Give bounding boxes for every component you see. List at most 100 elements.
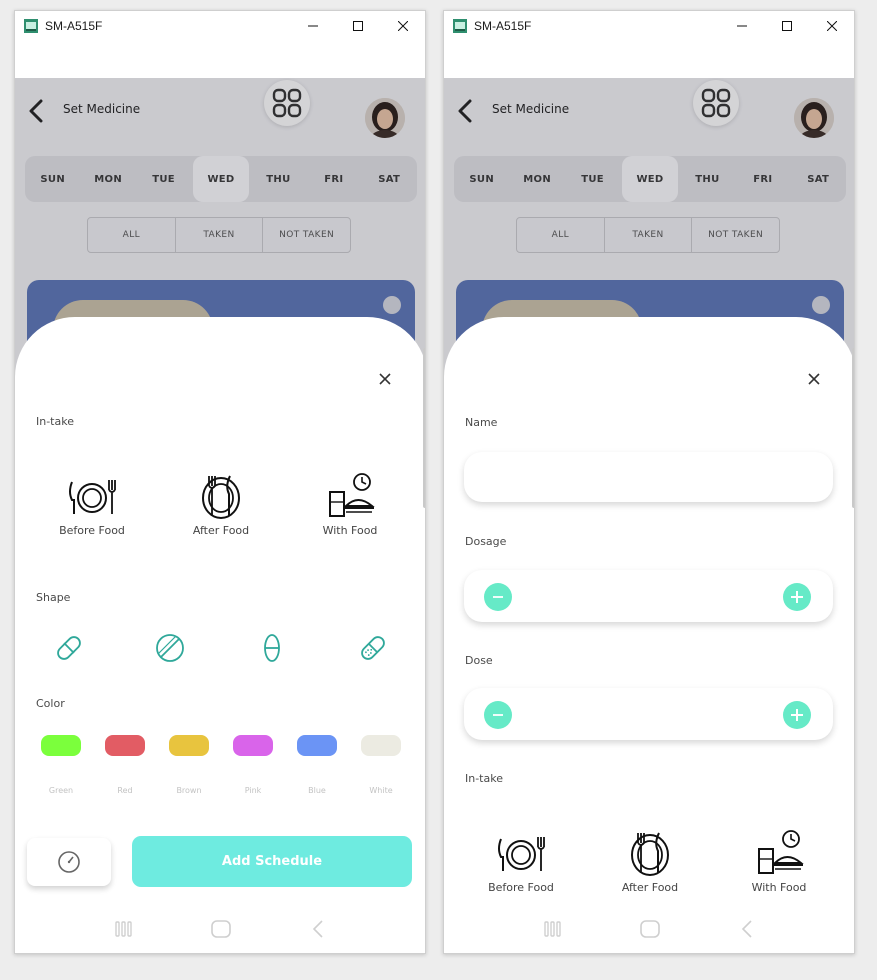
shape-oval-tablet[interactable] bbox=[252, 628, 292, 668]
color-swatch bbox=[361, 735, 401, 756]
shape-options bbox=[37, 628, 405, 668]
recent-apps-icon bbox=[543, 921, 561, 937]
back-chevron-icon bbox=[742, 920, 752, 938]
home-icon bbox=[640, 920, 660, 938]
close-window-button[interactable] bbox=[809, 11, 854, 41]
close-window-button[interactable] bbox=[380, 11, 425, 41]
name-label: Name bbox=[465, 416, 498, 429]
app-icon bbox=[24, 19, 38, 33]
minus-icon bbox=[493, 596, 503, 598]
window-title: SM-A515F bbox=[45, 19, 103, 33]
intake-with-food[interactable]: With Food bbox=[305, 472, 395, 552]
home-button[interactable] bbox=[206, 917, 236, 941]
intake-with-food-label: With Food bbox=[751, 881, 807, 894]
color-name: Blue bbox=[308, 786, 326, 795]
minus-icon bbox=[493, 714, 503, 716]
intake-after-food[interactable]: After Food bbox=[176, 472, 266, 552]
color-swatch bbox=[41, 735, 81, 756]
color-green[interactable]: Green bbox=[29, 735, 93, 795]
intake-before-food[interactable]: Before Food bbox=[47, 472, 137, 552]
color-white[interactable]: White bbox=[349, 735, 413, 795]
recent-apps-button[interactable] bbox=[109, 917, 139, 941]
color-name: Pink bbox=[244, 786, 262, 795]
intake-options: Before Food After Food With Food bbox=[35, 472, 407, 552]
empty-plate-icon bbox=[202, 475, 240, 519]
intake-before-food-label: Before Food bbox=[59, 524, 125, 537]
shape-round-tablet[interactable] bbox=[150, 628, 190, 668]
recent-apps-icon bbox=[114, 921, 132, 937]
device-window-left: SM-A515F Set Medicine SUN MON TUE WED TH… bbox=[14, 10, 426, 954]
color-swatch bbox=[297, 735, 337, 756]
android-navbar bbox=[15, 912, 425, 946]
intake-before-food-label: Before Food bbox=[488, 881, 554, 894]
window-titlebar: SM-A515F bbox=[15, 11, 425, 41]
maximize-button[interactable] bbox=[335, 11, 380, 41]
intake-options: Before Food After Food With Food bbox=[464, 829, 836, 909]
intake-after-food-label: After Food bbox=[192, 524, 250, 537]
window-titlebar: SM-A515F bbox=[444, 11, 854, 41]
color-pink[interactable]: Pink bbox=[221, 735, 285, 795]
color-brown[interactable]: Brown bbox=[157, 735, 221, 795]
meal-clock-icon bbox=[758, 830, 804, 874]
color-name: Red bbox=[117, 786, 133, 795]
meal-clock-icon bbox=[329, 473, 375, 517]
capsule-icon bbox=[57, 636, 81, 660]
minimize-button[interactable] bbox=[290, 11, 335, 41]
home-button[interactable] bbox=[635, 917, 665, 941]
color-name: Brown bbox=[176, 786, 202, 795]
intake-after-food-label: After Food bbox=[621, 881, 679, 894]
close-sheet-button[interactable] bbox=[375, 369, 395, 389]
status-bar bbox=[444, 41, 854, 78]
color-red[interactable]: Red bbox=[93, 735, 157, 795]
close-sheet-button[interactable] bbox=[804, 369, 824, 389]
add-schedule-button[interactable]: Add Schedule bbox=[132, 836, 412, 887]
android-navbar bbox=[444, 912, 854, 946]
maximize-button[interactable] bbox=[764, 11, 809, 41]
dosage-increment-button[interactable] bbox=[783, 583, 811, 611]
dosage-decrement-button[interactable] bbox=[484, 583, 512, 611]
medicine-name-input[interactable] bbox=[464, 452, 833, 502]
plate-fork-knife-icon bbox=[69, 480, 116, 514]
intake-after-food[interactable]: After Food bbox=[605, 829, 695, 909]
color-swatch bbox=[233, 735, 273, 756]
minimize-button[interactable] bbox=[719, 11, 764, 41]
app-icon bbox=[453, 19, 467, 33]
color-label: Color bbox=[36, 697, 65, 710]
intake-label: In-take bbox=[36, 415, 74, 428]
schedule-sheet: In-take Before Food After Food With Food… bbox=[15, 317, 425, 953]
phone-screen: Set Medicine SUN MON TUE WED THU FRI SAT… bbox=[444, 78, 854, 953]
status-bar bbox=[15, 41, 425, 78]
empty-plate-icon bbox=[631, 832, 669, 876]
dotted-capsule-icon bbox=[361, 636, 385, 660]
medicine-form-sheet: Name Dosage Dose In-take Before Food Aft… bbox=[444, 317, 854, 953]
scrollbar[interactable] bbox=[423, 348, 425, 508]
intake-with-food-label: With Food bbox=[322, 524, 378, 537]
scrollbar[interactable] bbox=[852, 348, 854, 508]
recent-apps-button[interactable] bbox=[538, 917, 568, 941]
color-name: White bbox=[369, 786, 393, 795]
close-icon bbox=[379, 373, 391, 385]
window-title: SM-A515F bbox=[474, 19, 532, 33]
shape-dotted-capsule[interactable] bbox=[353, 628, 393, 668]
dosage-stepper bbox=[464, 570, 833, 622]
clock-icon bbox=[58, 851, 80, 873]
nav-back-button[interactable] bbox=[732, 917, 762, 941]
color-options: Green Red Brown Pink Blue White bbox=[29, 735, 413, 795]
dose-increment-button[interactable] bbox=[783, 701, 811, 729]
device-window-right: SM-A515F Set Medicine SUN MON TUE WED TH… bbox=[443, 10, 855, 954]
dose-stepper bbox=[464, 688, 833, 740]
back-chevron-icon bbox=[313, 920, 323, 938]
shape-capsule[interactable] bbox=[49, 628, 89, 668]
color-swatch bbox=[105, 735, 145, 756]
time-picker-button[interactable] bbox=[27, 838, 111, 886]
plus-icon bbox=[791, 591, 803, 603]
color-name: Green bbox=[48, 786, 74, 795]
color-blue[interactable]: Blue bbox=[285, 735, 349, 795]
dose-decrement-button[interactable] bbox=[484, 701, 512, 729]
shape-label: Shape bbox=[36, 591, 71, 604]
intake-before-food[interactable]: Before Food bbox=[476, 829, 566, 909]
intake-with-food[interactable]: With Food bbox=[734, 829, 824, 909]
intake-label: In-take bbox=[465, 772, 503, 785]
plus-icon bbox=[791, 709, 803, 721]
nav-back-button[interactable] bbox=[303, 917, 333, 941]
